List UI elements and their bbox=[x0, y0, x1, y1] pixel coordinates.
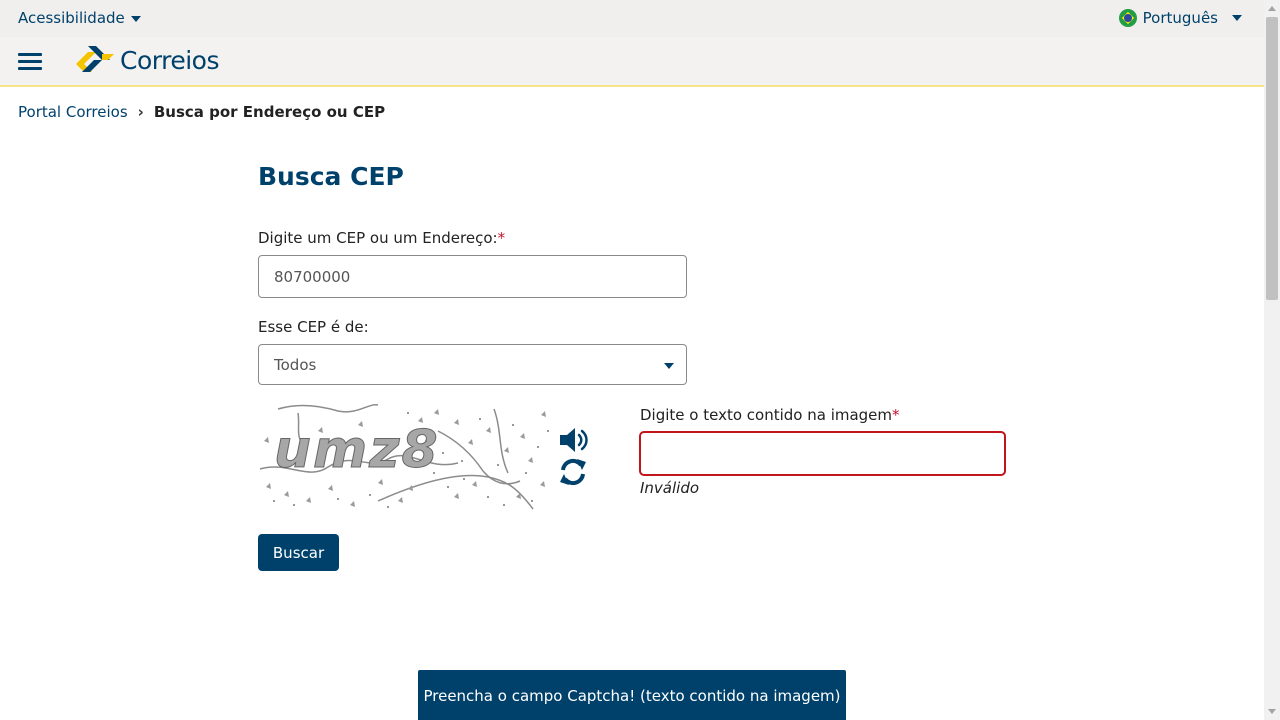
breadcrumb-current: Busca por Endereço ou CEP bbox=[153, 103, 386, 121]
vertical-scrollbar[interactable] bbox=[1264, 0, 1280, 720]
cep-label-text: Digite um CEP ou um Endereço: bbox=[258, 229, 498, 247]
breadcrumb-separator: › bbox=[137, 103, 144, 121]
brazil-flag-icon bbox=[1118, 9, 1137, 27]
refresh-captcha-button[interactable] bbox=[558, 456, 588, 488]
cep-input[interactable] bbox=[258, 255, 687, 298]
captcha-label-text: Digite o texto contido na imagem bbox=[640, 406, 893, 424]
cep-type-selected: Todos bbox=[274, 356, 317, 374]
chevron-down-icon bbox=[130, 15, 141, 22]
brand-name: Correios bbox=[120, 45, 219, 75]
captcha-image: umz8 bbox=[259, 404, 549, 510]
chevron-down-icon bbox=[664, 363, 674, 369]
page: Acessibilidade Português Correios Portal… bbox=[0, 0, 1264, 720]
required-mark: * bbox=[892, 406, 900, 424]
required-mark: * bbox=[497, 229, 506, 247]
captcha-label: Digite o texto contido na imagem* bbox=[640, 406, 900, 424]
scroll-down-arrow-icon[interactable] bbox=[1268, 709, 1276, 714]
cep-type-select[interactable]: Todos bbox=[258, 344, 687, 385]
scrollbar-thumb[interactable] bbox=[1266, 17, 1278, 300]
search-button[interactable]: Buscar bbox=[258, 534, 339, 571]
captcha-input[interactable] bbox=[639, 431, 1006, 476]
breadcrumb-home-link[interactable]: Portal Correios bbox=[18, 103, 128, 121]
captcha-image-text: umz8 bbox=[274, 420, 440, 480]
language-selector[interactable]: Português bbox=[1118, 9, 1242, 27]
captcha-error-message: Inválido bbox=[640, 479, 700, 497]
cep-type-label: Esse CEP é de: bbox=[258, 318, 369, 336]
cep-label: Digite um CEP ou um Endereço:* bbox=[258, 229, 505, 247]
audio-captcha-button[interactable] bbox=[558, 425, 592, 455]
captcha-alert-toast: Preencha o campo Captcha! (texto contido… bbox=[418, 670, 846, 720]
breadcrumb: Portal Correios › Busca por Endereço ou … bbox=[18, 103, 385, 121]
scroll-up-arrow-icon[interactable] bbox=[1268, 6, 1276, 11]
correios-logo-icon bbox=[76, 46, 114, 72]
menu-icon[interactable] bbox=[18, 53, 42, 71]
chevron-down-icon bbox=[1232, 15, 1242, 21]
page-title: Busca CEP bbox=[258, 162, 404, 191]
accessibility-label: Acessibilidade bbox=[18, 9, 125, 27]
refresh-icon bbox=[560, 458, 586, 486]
accessibility-bar: Acessibilidade Português bbox=[0, 0, 1264, 37]
correios-logo[interactable]: Correios bbox=[74, 44, 219, 76]
language-label: Português bbox=[1142, 9, 1218, 27]
speaker-icon bbox=[560, 428, 588, 452]
accessibility-menu[interactable]: Acessibilidade bbox=[18, 9, 141, 27]
site-header: Correios bbox=[0, 37, 1264, 87]
